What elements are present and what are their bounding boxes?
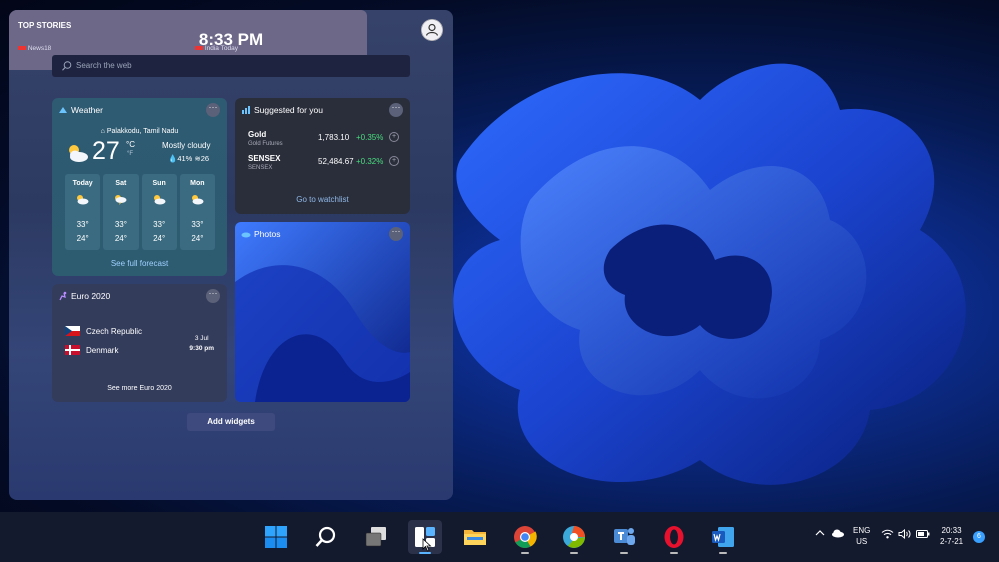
web-search-box[interactable]: Search the web — [52, 55, 410, 77]
weather-icon — [59, 107, 67, 113]
edge-button[interactable] — [557, 520, 591, 554]
forecast-row: Today 33° 24° Sat 33° 24° Sun 33° 24° Mo… — [65, 174, 215, 250]
forecast-day[interactable]: Mon 33° 24° — [179, 174, 215, 250]
onedrive-button[interactable] — [831, 528, 845, 540]
running-indicator — [521, 552, 529, 554]
user-icon — [421, 19, 443, 41]
story-source[interactable]: News18 — [18, 45, 51, 52]
wallpaper-bloom — [453, 63, 966, 485]
suggested-more-options-button[interactable]: ··· — [389, 103, 403, 117]
news-logo-icon — [195, 46, 203, 50]
show-hidden-icons-button[interactable] — [815, 528, 825, 540]
opera-icon — [664, 526, 684, 548]
wifi-icon — [881, 529, 894, 539]
chrome-button[interactable] — [508, 520, 542, 554]
word-button[interactable] — [706, 520, 740, 554]
add-to-watchlist-icon[interactable]: + — [389, 156, 399, 166]
droplet-icon: 💧 — [168, 154, 178, 163]
weather-location: ⌂ Palakkodu, Tamil Nadu — [100, 128, 179, 135]
cloud-icon — [832, 529, 844, 538]
current-temperature: 27 — [92, 137, 120, 165]
teams-icon — [614, 528, 635, 545]
euro-widget[interactable]: Euro 2020 ··· Czech Republic Denmark 3 J… — [52, 284, 227, 402]
cloudy-icon — [191, 195, 204, 205]
see-full-forecast-link[interactable]: See full forecast — [52, 259, 227, 268]
start-button[interactable] — [259, 520, 293, 554]
running-indicator — [570, 552, 578, 554]
widgets-panel: 8:33 PM Search the web Weather ··· ⌂ Pal… — [9, 10, 453, 500]
cloudy-icon — [153, 195, 165, 205]
search-icon — [315, 526, 336, 547]
search-icon — [62, 61, 72, 71]
celsius-toggle[interactable]: °C — [126, 140, 135, 149]
suggested-title: Suggested for you — [254, 105, 323, 115]
storm-icon — [115, 195, 127, 205]
photos-widget[interactable]: Photos ··· — [235, 222, 410, 402]
folder-icon — [464, 530, 486, 545]
top-stories-title: TOP STORIES — [18, 21, 72, 30]
file-explorer-button[interactable] — [458, 520, 492, 554]
weather-more-options-button[interactable]: ··· — [206, 103, 220, 117]
chart-icon — [242, 106, 250, 114]
czech-flag-icon — [65, 326, 80, 336]
active-indicator — [419, 552, 431, 554]
clock-date[interactable]: 20:33 2-7-21 — [940, 525, 963, 547]
speaker-icon — [898, 528, 911, 540]
chevron-up-icon — [815, 530, 825, 536]
running-indicator — [719, 552, 727, 554]
fahrenheit-toggle[interactable]: °F — [127, 151, 133, 157]
cloudy-icon — [77, 195, 89, 205]
soccer-icon — [59, 291, 67, 301]
weather-widget[interactable]: Weather ··· ⌂ Palakkodu, Tamil Nadu 27 °… — [52, 98, 227, 276]
wifi-button[interactable] — [881, 529, 894, 541]
stock-row[interactable]: Gold Gold Futures 1,783.10 +0.35% + — [248, 130, 399, 154]
notification-badge[interactable]: 6 — [973, 531, 985, 543]
cloud-icon — [241, 232, 251, 238]
account-avatar[interactable] — [421, 19, 443, 41]
weather-condition: Mostly cloudy — [162, 141, 211, 150]
go-to-watchlist-link[interactable]: Go to watchlist — [235, 195, 410, 204]
running-indicator — [670, 552, 678, 554]
taskbar: ENG US 20:33 2-7-21 6 — [0, 512, 999, 562]
photos-more-options-button[interactable]: ··· — [389, 227, 403, 241]
home-icon: ⌂ — [100, 128, 105, 135]
weather-title: Weather — [71, 105, 103, 115]
add-widgets-button[interactable]: Add widgets — [187, 413, 275, 431]
edge-icon — [563, 526, 585, 548]
search-placeholder: Search the web — [76, 61, 132, 70]
task-view-button[interactable] — [359, 520, 393, 554]
battery-button[interactable] — [916, 530, 930, 540]
word-icon — [712, 527, 734, 547]
euro-title: Euro 2020 — [71, 291, 111, 301]
opera-button[interactable] — [657, 520, 691, 554]
story-source[interactable]: India Today — [195, 45, 238, 52]
match-time: 3 Jul 9:30 pm — [189, 335, 214, 352]
running-indicator — [620, 552, 628, 554]
partly-cloudy-icon — [69, 145, 88, 162]
windows-logo-icon — [265, 526, 287, 548]
add-to-watchlist-icon[interactable]: + — [389, 132, 399, 142]
search-button[interactable] — [309, 520, 343, 554]
euro-more-options-button[interactable]: ··· — [206, 289, 220, 303]
suggested-widget[interactable]: Suggested for you ··· Gold Gold Futures … — [235, 98, 410, 214]
battery-icon — [916, 530, 930, 538]
photo-image — [235, 222, 410, 402]
chrome-icon — [514, 526, 537, 548]
mouse-cursor-icon — [422, 538, 432, 552]
humidity-wind: 💧41% ≋26 — [168, 154, 210, 163]
task-view-icon — [365, 527, 386, 547]
forecast-day[interactable]: Sat 33° 24° — [103, 174, 139, 250]
forecast-day[interactable]: Sun 33° 24° — [141, 174, 177, 250]
news-logo-icon — [18, 46, 26, 50]
denmark-flag-icon — [65, 345, 80, 355]
photos-title: Photos — [254, 229, 281, 239]
forecast-day[interactable]: Today 33° 24° — [65, 174, 101, 250]
teams-button[interactable] — [607, 520, 641, 554]
widgets-button[interactable] — [408, 520, 442, 554]
volume-button[interactable] — [898, 528, 911, 541]
stock-row[interactable]: SENSEX SENSEX 52,484.67 +0.32% + — [248, 154, 399, 178]
language-indicator[interactable]: ENG US — [853, 525, 870, 547]
see-more-euro-link[interactable]: See more Euro 2020 — [52, 385, 227, 392]
